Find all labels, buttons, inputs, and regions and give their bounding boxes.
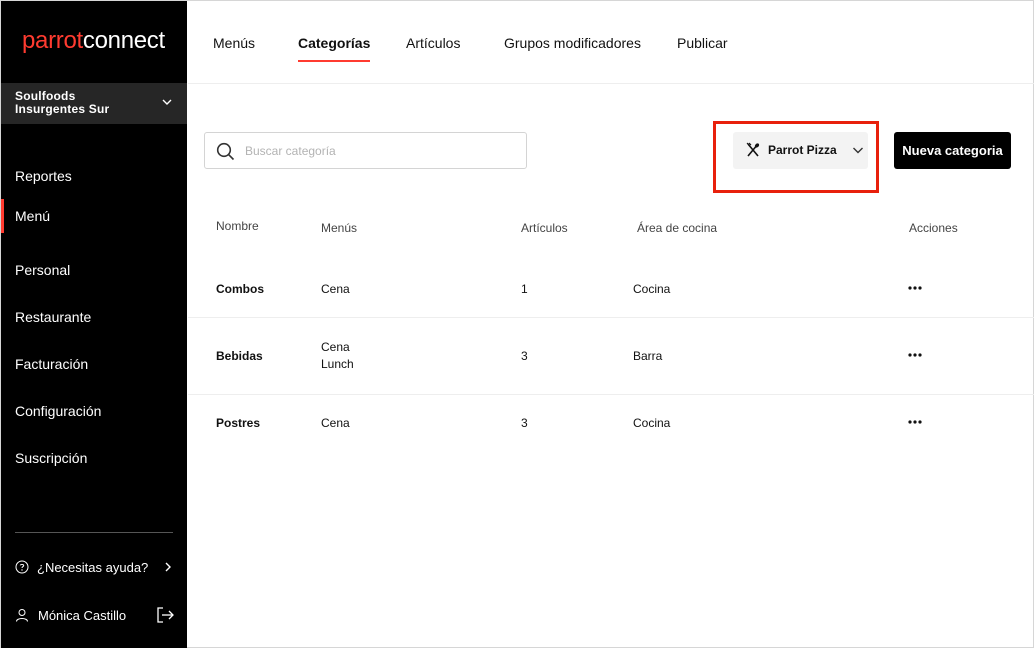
sidebar-divider (15, 532, 173, 533)
category-menu: Cena (321, 340, 350, 354)
column-header-nombre: Nombre (216, 219, 259, 233)
tab-menus[interactable]: Menús (213, 35, 255, 51)
more-actions-icon[interactable] (907, 351, 923, 359)
category-kitchen: Cocina (633, 282, 671, 296)
utensils-icon (746, 142, 760, 157)
chevron-down-icon (162, 99, 172, 105)
sidebar-item-reportes[interactable]: Reportes (1, 152, 187, 199)
more-actions-icon[interactable] (907, 418, 923, 426)
column-header-menus: Menús (321, 221, 358, 235)
chevron-down-icon (853, 147, 863, 154)
category-name: Bebidas (216, 349, 263, 363)
logo-part1: parrot (22, 27, 83, 54)
store-name: Soulfoods Insurgentes Sur (15, 89, 110, 116)
sidebar-nav: Reportes Menú Personal Restaurante Factu… (1, 152, 187, 481)
sidebar-item-personal[interactable]: Personal (1, 246, 187, 293)
search-input[interactable] (245, 141, 515, 161)
app-window: parrotconnect Soulfoods Insurgentes Sur … (0, 0, 1034, 648)
logout-icon[interactable] (155, 605, 175, 625)
category-name: Combos (216, 282, 264, 296)
logo-part2: connect (82, 27, 165, 54)
category-articles: 1 (521, 282, 528, 296)
category-articles: 3 (521, 416, 528, 430)
column-header-area-cocina: Área de cocina (637, 221, 718, 235)
user-profile: Mónica Castillo (15, 604, 175, 626)
sidebar: parrotconnect Soulfoods Insurgentes Sur … (1, 1, 187, 648)
menu-selector[interactable]: Parrot Pizza (733, 132, 868, 169)
user-icon (16, 609, 28, 622)
sidebar-item-suscripcion[interactable]: Suscripción (1, 434, 187, 481)
category-kitchen: Barra (633, 349, 663, 363)
category-menu: Cena (321, 416, 350, 430)
column-header-acciones: Acciones (909, 221, 958, 235)
tab-categorias[interactable]: Categorías (298, 35, 371, 62)
category-menu: Lunch (321, 357, 354, 371)
sidebar-item-configuracion[interactable]: Configuración (1, 387, 187, 434)
category-kitchen: Cocina (633, 416, 671, 430)
sidebar-item-restaurante[interactable]: Restaurante (1, 293, 187, 340)
menu-selector-value: Parrot Pizza (768, 143, 837, 157)
logo: parrotconnect (22, 27, 165, 55)
top-tabs: Menús Categorías Artículos Grupos modifi… (188, 1, 1034, 84)
user-name: Mónica Castillo (38, 607, 127, 623)
tab-grupos-modificadores[interactable]: Grupos modificadores (504, 35, 641, 51)
sidebar-item-facturacion[interactable]: Facturación (1, 340, 187, 387)
category-name: Postres (216, 416, 261, 430)
sidebar-item-menu[interactable]: Menú (1, 199, 187, 246)
search-box (204, 132, 527, 169)
tab-publicar[interactable]: Publicar (677, 35, 728, 51)
category-articles: 3 (521, 349, 528, 363)
search-icon (216, 142, 235, 161)
help-label: ¿Necesitas ayuda? (37, 559, 149, 575)
help-link[interactable]: ¿Necesitas ayuda? (15, 556, 175, 578)
help-icon (15, 560, 29, 574)
new-category-button[interactable]: Nueva categoria (894, 132, 1011, 169)
store-selector[interactable]: Soulfoods Insurgentes Sur (1, 83, 187, 124)
more-actions-icon[interactable] (907, 284, 923, 292)
tab-articulos[interactable]: Artículos (406, 35, 460, 51)
category-menu: Cena (321, 282, 350, 296)
column-header-articulos: Artículos (521, 221, 568, 235)
chevron-right-icon (165, 562, 171, 572)
